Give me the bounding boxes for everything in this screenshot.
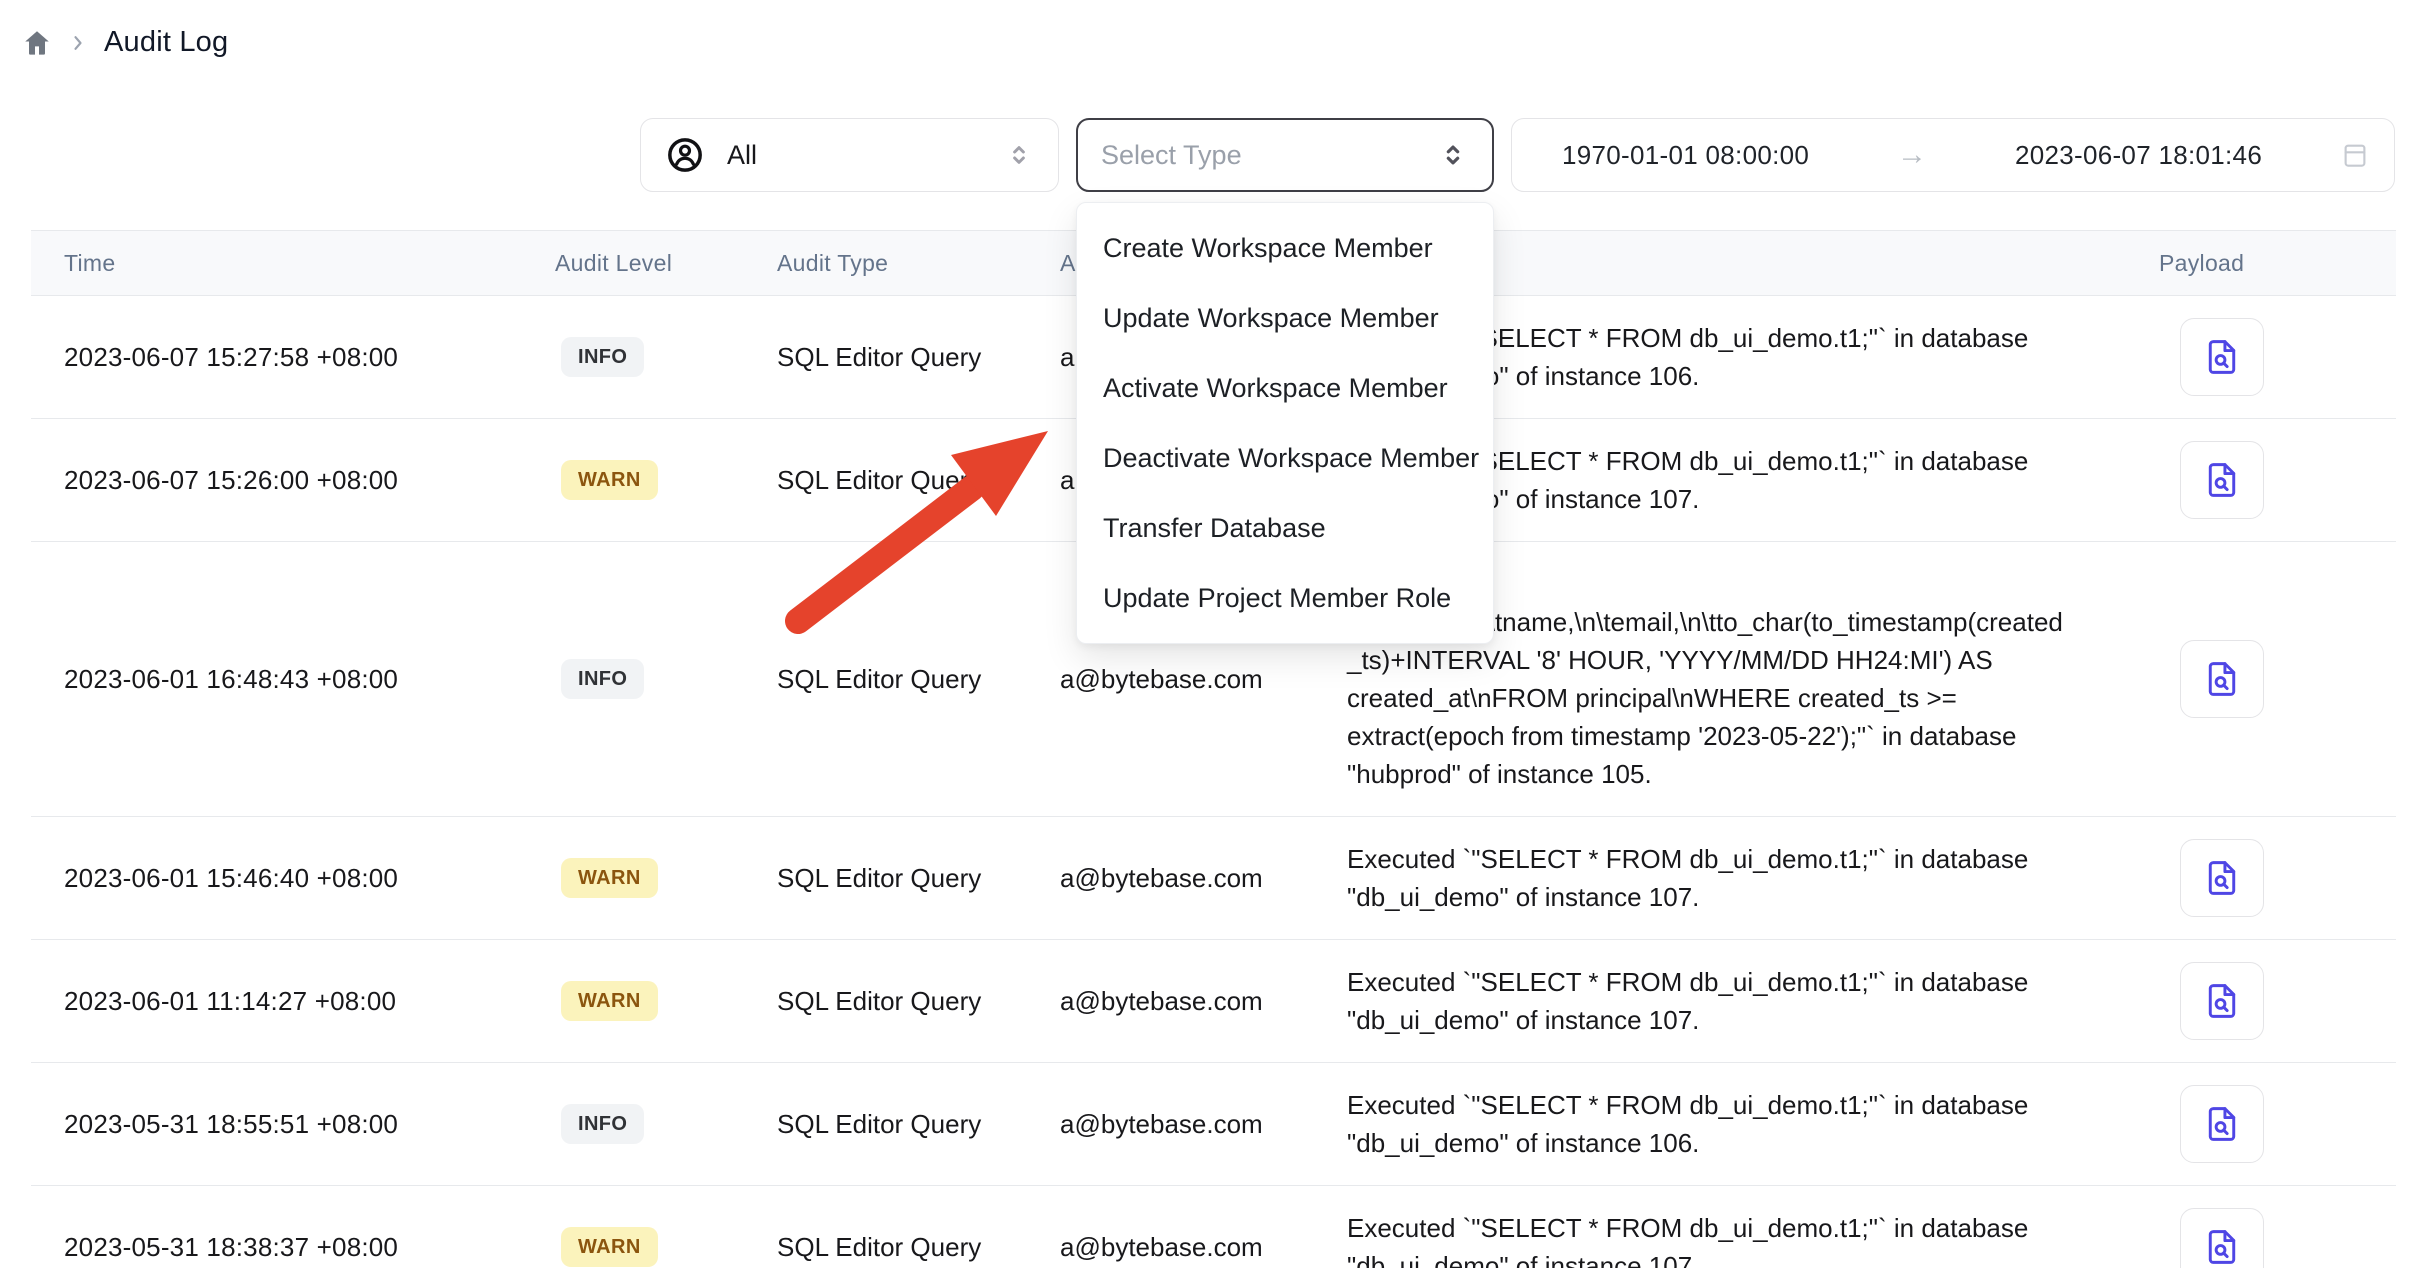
view-payload-button[interactable]: [2180, 962, 2264, 1040]
cell-time: 2023-06-01 15:46:40 +08:00: [31, 863, 555, 894]
actor-filter-value: All: [727, 140, 757, 171]
view-payload-button[interactable]: [2180, 441, 2264, 519]
cell-actor: a@bytebase.com: [1060, 664, 1347, 695]
date-range-picker[interactable]: 1970-01-01 08:00:00 → 2023-06-07 18:01:4…: [1511, 118, 2395, 192]
arrow-right-icon: →: [1897, 138, 1927, 172]
calendar-icon: [2340, 140, 2370, 170]
chevron-updown-icon: [1437, 139, 1469, 171]
audit-level-badge: WARN: [561, 858, 658, 898]
audit-level-badge: WARN: [561, 1227, 658, 1267]
col-header-audit-type: Audit Type: [777, 250, 1060, 277]
chevron-updown-icon: [1004, 140, 1034, 170]
type-filter-placeholder: Select Type: [1101, 140, 1242, 171]
table-row: 2023-05-31 18:55:51 +08:00 INFO SQL Edit…: [31, 1063, 2396, 1186]
table-row: 2023-06-01 15:46:40 +08:00 WARN SQL Edit…: [31, 817, 2396, 940]
date-range-start[interactable]: 1970-01-01 08:00:00: [1562, 140, 1809, 171]
cell-time: 2023-06-01 11:14:27 +08:00: [31, 986, 555, 1017]
cell-actor: a@bytebase.com: [1060, 986, 1347, 1017]
audit-log-page: Audit Log All Select Type 1970-01: [0, 0, 2410, 1268]
cell-comment: Executed `"SELECT * FROM db_ui_demo.t1;"…: [1347, 1063, 2147, 1185]
cell-comment: Executed `"SELECT * FROM db_ui_demo.t1;"…: [1347, 940, 2147, 1062]
file-search-icon: [2200, 979, 2244, 1023]
cell-time: 2023-05-31 18:55:51 +08:00: [31, 1109, 555, 1140]
cell-audit-type: SQL Editor Query: [777, 465, 1060, 496]
view-payload-button[interactable]: [2180, 1085, 2264, 1163]
cell-audit-type: SQL Editor Query: [777, 1109, 1060, 1140]
cell-actor: a@bytebase.com: [1060, 1109, 1347, 1140]
page-title: Audit Log: [104, 26, 228, 59]
table-row: 2023-06-01 11:14:27 +08:00 WARN SQL Edit…: [31, 940, 2396, 1063]
chevron-right-icon: [68, 33, 88, 53]
cell-audit-type: SQL Editor Query: [777, 342, 1060, 373]
actor-filter-select[interactable]: All: [640, 118, 1059, 192]
filter-bar: All Select Type 1970-01-01 08:00:00 → 20…: [640, 118, 2395, 192]
view-payload-button[interactable]: [2180, 1208, 2264, 1268]
dropdown-item[interactable]: Update Workspace Member: [1077, 283, 1493, 353]
file-search-icon: [2200, 856, 2244, 900]
dropdown-item[interactable]: Activate Workspace Member: [1077, 353, 1493, 423]
file-search-icon: [2200, 1225, 2244, 1268]
cell-actor: a@bytebase.com: [1060, 863, 1347, 894]
audit-level-badge: WARN: [561, 460, 658, 500]
cell-time: 2023-06-07 15:27:58 +08:00: [31, 342, 555, 373]
col-header-time: Time: [31, 250, 555, 277]
file-search-icon: [2200, 657, 2244, 701]
date-range-end[interactable]: 2023-06-07 18:01:46: [2015, 140, 2262, 171]
cell-time: 2023-06-01 16:48:43 +08:00: [31, 664, 555, 695]
audit-level-badge: WARN: [561, 981, 658, 1021]
view-payload-button[interactable]: [2180, 318, 2264, 396]
dropdown-item[interactable]: Update Project Member Role: [1077, 563, 1493, 633]
audit-level-badge: INFO: [561, 659, 644, 699]
cell-actor: a@bytebase.com: [1060, 1232, 1347, 1263]
dropdown-item[interactable]: Create Workspace Member: [1077, 213, 1493, 283]
cell-audit-type: SQL Editor Query: [777, 1232, 1060, 1263]
cell-audit-type: SQL Editor Query: [777, 863, 1060, 894]
cell-time: 2023-06-07 15:26:00 +08:00: [31, 465, 555, 496]
type-dropdown-menu: Create Workspace MemberUpdate Workspace …: [1076, 202, 1494, 644]
file-search-icon: [2200, 335, 2244, 379]
file-search-icon: [2200, 1102, 2244, 1146]
dropdown-item[interactable]: Transfer Database: [1077, 493, 1493, 563]
breadcrumb: Audit Log: [22, 26, 228, 59]
dropdown-item[interactable]: Deactivate Workspace Member: [1077, 423, 1493, 493]
col-header-payload: Payload: [2147, 250, 2396, 277]
view-payload-button[interactable]: [2180, 839, 2264, 917]
user-circle-icon: [665, 135, 705, 175]
audit-level-badge: INFO: [561, 1104, 644, 1144]
type-filter-select[interactable]: Select Type: [1076, 118, 1494, 192]
table-row: 2023-05-31 18:38:37 +08:00 WARN SQL Edit…: [31, 1186, 2396, 1268]
file-search-icon: [2200, 458, 2244, 502]
cell-comment: Executed `"SELECT * FROM db_ui_demo.t1;"…: [1347, 817, 2147, 939]
audit-level-badge: INFO: [561, 337, 644, 377]
cell-audit-type: SQL Editor Query: [777, 664, 1060, 695]
cell-comment: Executed `"SELECT * FROM db_ui_demo.t1;"…: [1347, 1186, 2147, 1268]
cell-audit-type: SQL Editor Query: [777, 986, 1060, 1017]
view-payload-button[interactable]: [2180, 640, 2264, 718]
home-icon[interactable]: [22, 28, 52, 58]
col-header-audit-level: Audit Level: [555, 250, 777, 277]
cell-time: 2023-05-31 18:38:37 +08:00: [31, 1232, 555, 1263]
